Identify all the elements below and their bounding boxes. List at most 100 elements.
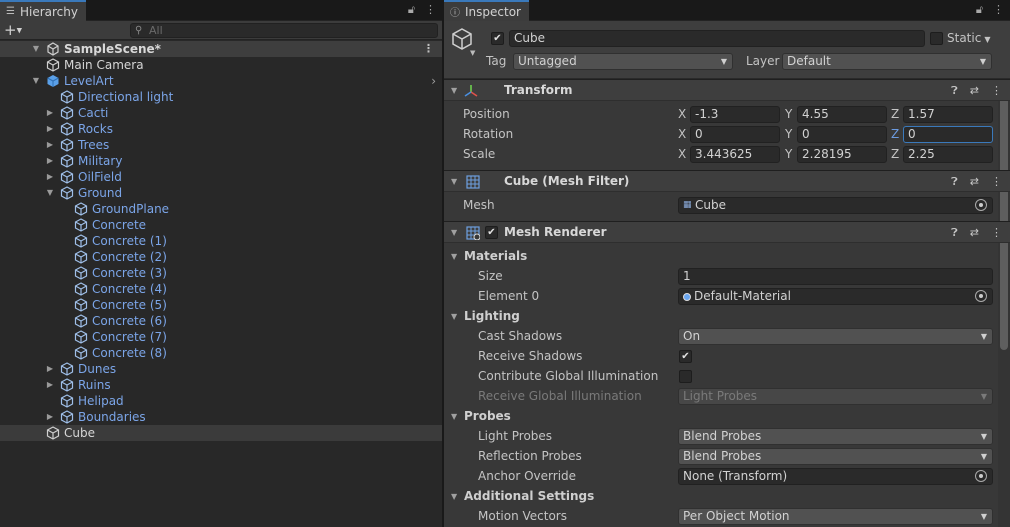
position-z-input[interactable]: 1.57: [903, 106, 993, 123]
anchor-override-object-field[interactable]: None (Transform): [678, 468, 993, 485]
object-picker-icon[interactable]: [975, 199, 987, 211]
scale-x-input[interactable]: 3.443625: [690, 146, 780, 163]
expand-arrow-icon[interactable]: ▶: [44, 409, 56, 425]
element0-object-field[interactable]: Default-Material: [678, 288, 993, 305]
expand-arrow-icon[interactable]: ▶: [44, 169, 56, 185]
gameobject-icon[interactable]: [450, 27, 474, 51]
rotation-y-axis-label[interactable]: Y: [785, 126, 792, 143]
scale-z-axis-label[interactable]: Z: [891, 146, 899, 163]
additional-fold-icon[interactable]: ▼: [451, 488, 457, 505]
position-y-input[interactable]: 4.55: [797, 106, 887, 123]
mesh-filter-header[interactable]: ▼ Cube (Mesh Filter) ❓︎ ⇄ ⋮: [444, 170, 1010, 192]
position-y-axis-label[interactable]: Y: [785, 106, 792, 123]
hierarchy-item[interactable]: Concrete (3): [0, 265, 442, 281]
hierarchy-item[interactable]: ▼ Ground: [0, 185, 442, 201]
receive-shadows-checkbox[interactable]: ✔: [679, 350, 692, 363]
open-prefab-icon[interactable]: ›: [431, 73, 436, 89]
hierarchy-item[interactable]: ▶ Cacti: [0, 105, 442, 121]
tag-dropdown[interactable]: Untagged: [513, 53, 733, 70]
transform-header[interactable]: ▼ Transform ❓︎ ⇄ ⋮: [444, 79, 1010, 101]
materials-fold-icon[interactable]: ▼: [451, 248, 457, 265]
collapse-arrow-icon[interactable]: ▼: [44, 185, 56, 201]
hierarchy-item[interactable]: ▶ Military: [0, 153, 442, 169]
fold-arrow-icon[interactable]: ▼: [451, 80, 457, 101]
scale-z-input[interactable]: 2.25: [903, 146, 993, 163]
object-name-input[interactable]: Cube: [509, 30, 925, 47]
expand-arrow-icon[interactable]: ▶: [44, 105, 56, 121]
expand-arrow-icon[interactable]: ▶: [44, 377, 56, 393]
hierarchy-item[interactable]: Concrete (6): [0, 313, 442, 329]
lighting-fold-icon[interactable]: ▼: [451, 308, 457, 325]
rotation-x-input[interactable]: 0: [690, 126, 780, 143]
hierarchy-tab[interactable]: ☰ Hierarchy: [0, 0, 86, 21]
expand-arrow-icon[interactable]: ▼: [30, 41, 42, 57]
position-x-axis-label[interactable]: X: [678, 106, 686, 123]
help-icon[interactable]: ❓︎: [951, 80, 958, 101]
hierarchy-item[interactable]: Main Camera: [0, 57, 442, 73]
component-menu-icon[interactable]: ⋮: [991, 222, 1002, 243]
presets-icon[interactable]: ⇄: [970, 80, 979, 101]
reflection-probes-dropdown[interactable]: Blend Probes: [678, 448, 993, 465]
hierarchy-item[interactable]: GroundPlane: [0, 201, 442, 217]
motion-vectors-dropdown[interactable]: Per Object Motion: [678, 508, 993, 525]
cast-shadows-dropdown[interactable]: On: [678, 328, 993, 345]
hierarchy-item[interactable]: Cube: [0, 425, 442, 441]
hierarchy-item[interactable]: Concrete (4): [0, 281, 442, 297]
hierarchy-item[interactable]: ▶ Rocks: [0, 121, 442, 137]
static-dropdown[interactable]: Static ▼: [947, 30, 990, 48]
expand-arrow-icon[interactable]: ▶: [44, 137, 56, 153]
lighting-label[interactable]: Lighting: [464, 308, 520, 325]
hierarchy-item[interactable]: ▶ Trees: [0, 137, 442, 153]
rotation-y-input[interactable]: 0: [797, 126, 887, 143]
mesh-renderer-header[interactable]: ▼ ✔ Mesh Renderer ❓︎ ⇄ ⋮: [444, 221, 1010, 243]
icon-dropdown-arrow-icon[interactable]: ▼: [470, 49, 475, 57]
add-object-button[interactable]: +▼: [4, 22, 30, 39]
position-z-axis-label[interactable]: Z: [891, 106, 899, 123]
component-menu-icon[interactable]: ⋮: [991, 80, 1002, 101]
scene-row[interactable]: ▼ SampleScene* ⋮: [0, 41, 442, 57]
kebab-menu-icon[interactable]: ⋮: [425, 3, 436, 17]
rotation-z-axis-label[interactable]: Z: [891, 126, 899, 143]
mesh-renderer-enabled-checkbox[interactable]: ✔: [485, 226, 498, 239]
fold-arrow-icon[interactable]: ▼: [451, 171, 457, 192]
mesh-object-field[interactable]: ▦ Cube: [678, 197, 993, 214]
light-probes-dropdown[interactable]: Blend Probes: [678, 428, 993, 445]
layer-dropdown[interactable]: Default: [782, 53, 992, 70]
kebab-menu-icon[interactable]: ⋮: [993, 3, 1004, 17]
static-checkbox[interactable]: [930, 32, 943, 45]
lock-icon[interactable]: 🔓︎: [408, 3, 415, 17]
object-picker-icon[interactable]: [975, 470, 987, 482]
active-checkbox[interactable]: ✔: [491, 32, 504, 45]
component-menu-icon[interactable]: ⋮: [991, 171, 1002, 192]
additional-settings-label[interactable]: Additional Settings: [464, 488, 594, 505]
hierarchy-search-input[interactable]: ⚲ All: [130, 23, 438, 38]
object-picker-icon[interactable]: [975, 290, 987, 302]
hierarchy-item[interactable]: Concrete (8): [0, 345, 442, 361]
scene-menu-icon[interactable]: ⋮: [423, 41, 434, 57]
hierarchy-item[interactable]: Concrete (1): [0, 233, 442, 249]
rotation-z-input[interactable]: 0: [903, 126, 993, 143]
hierarchy-item[interactable]: ▶ OilField: [0, 169, 442, 185]
hierarchy-item[interactable]: Directional light: [0, 89, 442, 105]
lock-icon[interactable]: 🔓︎: [976, 3, 983, 17]
hierarchy-item[interactable]: Concrete (5): [0, 297, 442, 313]
scale-x-axis-label[interactable]: X: [678, 146, 686, 163]
rotation-x-axis-label[interactable]: X: [678, 126, 686, 143]
collapse-arrow-icon[interactable]: ▼: [30, 73, 42, 89]
probes-label[interactable]: Probes: [464, 408, 511, 425]
inspector-tab[interactable]: ⓘ Inspector: [444, 0, 529, 21]
help-icon[interactable]: ❓︎: [951, 222, 958, 243]
hierarchy-item[interactable]: Helipad: [0, 393, 442, 409]
size-input[interactable]: 1: [678, 268, 993, 285]
presets-icon[interactable]: ⇄: [970, 222, 979, 243]
hierarchy-item[interactable]: Concrete (7): [0, 329, 442, 345]
help-icon[interactable]: ❓︎: [951, 171, 958, 192]
hierarchy-item[interactable]: ▼ LevelArt ›: [0, 73, 442, 89]
contribute-gi-checkbox[interactable]: [679, 370, 692, 383]
scale-y-input[interactable]: 2.28195: [797, 146, 887, 163]
fold-arrow-icon[interactable]: ▼: [451, 222, 457, 243]
hierarchy-item[interactable]: ▶ Boundaries: [0, 409, 442, 425]
hierarchy-item[interactable]: ▶ Dunes: [0, 361, 442, 377]
hierarchy-item[interactable]: ▶ Ruins: [0, 377, 442, 393]
expand-arrow-icon[interactable]: ▶: [44, 121, 56, 137]
